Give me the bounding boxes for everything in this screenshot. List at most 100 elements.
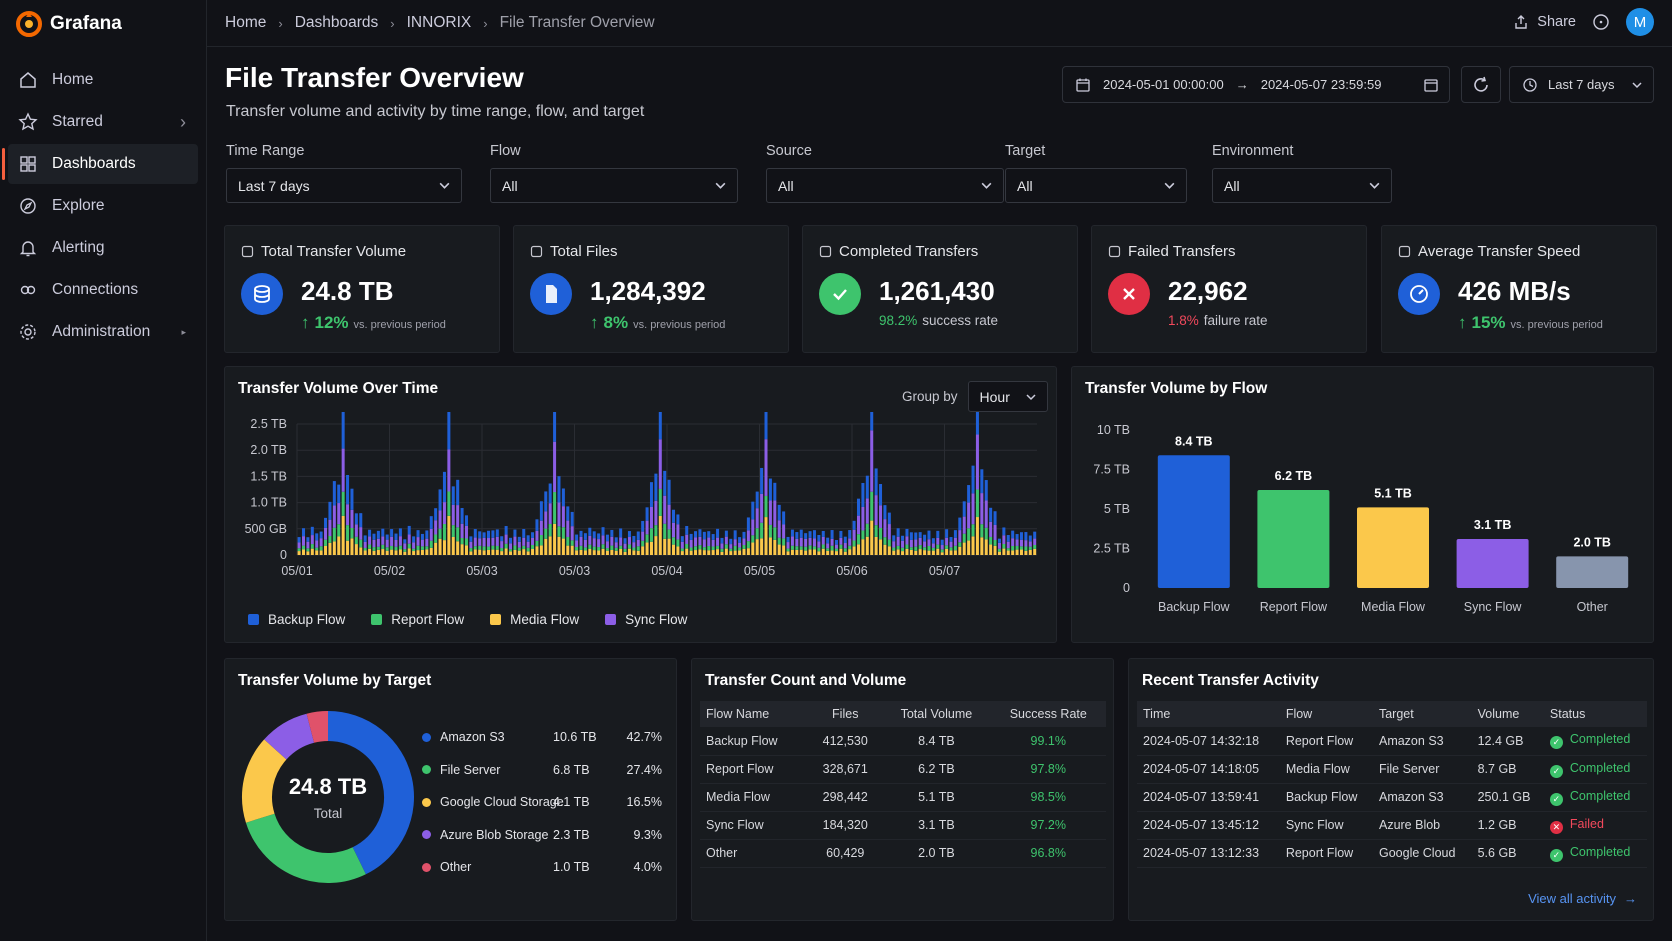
sidebar-item-starred[interactable]: Starred › bbox=[8, 102, 198, 142]
time-bar-segment bbox=[707, 546, 711, 551]
time-bar-segment bbox=[997, 542, 1001, 549]
document-icon bbox=[530, 245, 543, 258]
table-row[interactable]: 2024-05-07 14:18:05 Media Flow File Server… bbox=[1137, 755, 1647, 784]
chevron-right-icon[interactable]: › bbox=[180, 112, 186, 133]
donut-slice[interactable] bbox=[245, 813, 366, 883]
view-all-activity-link[interactable]: View all activity → bbox=[1528, 891, 1637, 906]
table-row[interactable]: 2024-05-07 13:59:41 Backup Flow Amazon S3 2… bbox=[1137, 783, 1647, 812]
table-cell: Backup Flow bbox=[1279, 783, 1373, 812]
column-header[interactable]: Flow Name bbox=[700, 701, 809, 727]
group-by-select[interactable]: Hour bbox=[967, 381, 1048, 412]
column-header[interactable]: Volume bbox=[1471, 701, 1544, 727]
column-header[interactable]: Success Rate bbox=[990, 701, 1106, 727]
time-bar-segment bbox=[680, 536, 684, 542]
time-bar-segment bbox=[328, 501, 332, 520]
column-header[interactable]: Flow bbox=[1279, 701, 1373, 727]
breadcrumb-folder[interactable]: INNORIX bbox=[407, 14, 472, 32]
donut-legend-item[interactable]: Azure Blob Storage 2.3 TB 9.3% bbox=[422, 819, 662, 852]
legend-item[interactable]: Backup Flow bbox=[248, 612, 345, 627]
sidebar-item-dashboards[interactable]: Dashboards bbox=[2, 144, 198, 184]
column-header[interactable]: Files bbox=[808, 701, 883, 727]
time-bar-segment bbox=[605, 541, 609, 549]
legend-item[interactable]: Report Flow bbox=[371, 612, 464, 627]
sidebar-item-explore[interactable]: Explore bbox=[8, 186, 198, 226]
time-bar-segment bbox=[716, 528, 720, 538]
table-row[interactable]: Report Flow 328,671 6.2 TB 97.8% bbox=[700, 755, 1106, 784]
column-header[interactable]: Target bbox=[1372, 701, 1472, 727]
time-bar-segment bbox=[804, 533, 808, 539]
caret-icon[interactable]: ▸ bbox=[181, 327, 186, 338]
flow-bar[interactable] bbox=[1456, 539, 1529, 588]
source-select[interactable]: All bbox=[766, 168, 1004, 203]
time-bar-segment bbox=[601, 535, 605, 545]
column-header[interactable]: Time bbox=[1137, 701, 1280, 727]
legend-item[interactable]: Sync Flow bbox=[605, 612, 687, 627]
gear-icon bbox=[18, 322, 38, 342]
time-range-select[interactable]: Last 7 days bbox=[226, 168, 462, 203]
time-bar-segment bbox=[1033, 544, 1037, 549]
donut-slice[interactable] bbox=[264, 713, 315, 760]
time-range-picker[interactable]: 2024-05-01 00:00:00 → 2024-05-07 23:59:5… bbox=[1062, 66, 1450, 103]
time-bar-segment bbox=[848, 538, 852, 546]
refresh-button[interactable] bbox=[1461, 66, 1501, 103]
calendar-clock-icon[interactable] bbox=[1423, 77, 1439, 93]
sidebar-item-administration[interactable]: Administration ▸ bbox=[8, 312, 198, 352]
time-bar-segment bbox=[487, 549, 491, 555]
dashboards-icon bbox=[18, 154, 38, 174]
table-row[interactable]: Backup Flow 412,530 8.4 TB 99.1% bbox=[700, 727, 1106, 756]
table-row[interactable]: 2024-05-07 14:32:18 Report Flow Amazon S3 1… bbox=[1137, 727, 1647, 756]
time-bar-segment bbox=[557, 476, 561, 503]
user-avatar[interactable]: M bbox=[1626, 8, 1654, 36]
time-bar-segment bbox=[812, 549, 816, 555]
help-icon[interactable] bbox=[1592, 13, 1610, 31]
flow-bar[interactable] bbox=[1556, 556, 1629, 588]
time-bar-segment bbox=[830, 530, 834, 539]
time-bar-segment bbox=[936, 548, 940, 555]
time-bar-segment bbox=[786, 536, 790, 543]
range-dropdown[interactable]: Last 7 days bbox=[1509, 66, 1654, 103]
table-row[interactable]: Sync Flow 184,320 3.1 TB 97.2% bbox=[700, 811, 1106, 840]
flow-bar[interactable] bbox=[1257, 490, 1330, 588]
time-bar-segment bbox=[354, 536, 358, 545]
table-row[interactable]: 2024-05-07 13:45:12 Sync Flow Azure Blob 1.… bbox=[1137, 811, 1647, 840]
target-select[interactable]: All bbox=[1005, 168, 1187, 203]
table-cell: Google Cloud bbox=[1372, 839, 1472, 868]
time-bar-segment bbox=[702, 547, 706, 551]
stat-title-text: Completed Transfers bbox=[839, 243, 979, 260]
sidebar-item-home[interactable]: Home bbox=[8, 60, 198, 100]
grafana-logo[interactable]: Grafana bbox=[0, 0, 206, 48]
time-bar-segment bbox=[685, 526, 689, 535]
column-header[interactable]: Status bbox=[1543, 701, 1647, 727]
time-bar-segment bbox=[583, 533, 587, 540]
donut-legend-item[interactable]: Other 1.0 TB 4.0% bbox=[422, 851, 662, 884]
sidebar-item-connections[interactable]: Connections bbox=[8, 270, 198, 310]
donut-legend-item[interactable]: File Server 6.8 TB 27.4% bbox=[422, 754, 662, 787]
time-bar-segment bbox=[826, 548, 830, 551]
breadcrumb: Home › Dashboards › INNORIX › File Trans… bbox=[225, 14, 655, 32]
breadcrumb-dashboards[interactable]: Dashboards bbox=[295, 14, 379, 32]
legend-item[interactable]: Media Flow bbox=[490, 612, 579, 627]
table-row[interactable]: Media Flow 298,442 5.1 TB 98.5% bbox=[700, 783, 1106, 812]
column-header[interactable]: Total Volume bbox=[882, 701, 991, 727]
time-bar-segment bbox=[786, 548, 790, 552]
flow-bar[interactable] bbox=[1157, 455, 1230, 588]
environment-select[interactable]: All bbox=[1212, 168, 1392, 203]
time-bar-segment bbox=[953, 545, 957, 551]
time-bar-segment bbox=[535, 540, 539, 547]
flow-select[interactable]: All bbox=[490, 168, 738, 203]
flow-bar[interactable] bbox=[1357, 507, 1429, 588]
donut-slice[interactable] bbox=[306, 711, 329, 743]
target-percent: 27.4% bbox=[626, 762, 662, 777]
time-bar-segment bbox=[487, 538, 491, 547]
time-bar-segment bbox=[716, 537, 720, 546]
donut-legend-item[interactable]: Google Cloud Storage 4.1 TB 16.5% bbox=[422, 786, 662, 819]
breadcrumb-home[interactable]: Home bbox=[225, 14, 266, 32]
time-bar-segment bbox=[927, 545, 931, 551]
table-row[interactable]: Other 60,429 2.0 TB 96.8% bbox=[700, 839, 1106, 868]
share-button[interactable]: Share bbox=[1513, 14, 1576, 30]
table-row[interactable]: 2024-05-07 13:12:33 Report Flow Google Clo… bbox=[1137, 839, 1647, 868]
donut-legend-item[interactable]: Amazon S3 10.6 TB 42.7% bbox=[422, 721, 662, 754]
time-bar-segment bbox=[698, 545, 702, 550]
breadcrumb-current: File Transfer Overview bbox=[499, 14, 655, 31]
sidebar-item-alerting[interactable]: Alerting bbox=[8, 228, 198, 268]
